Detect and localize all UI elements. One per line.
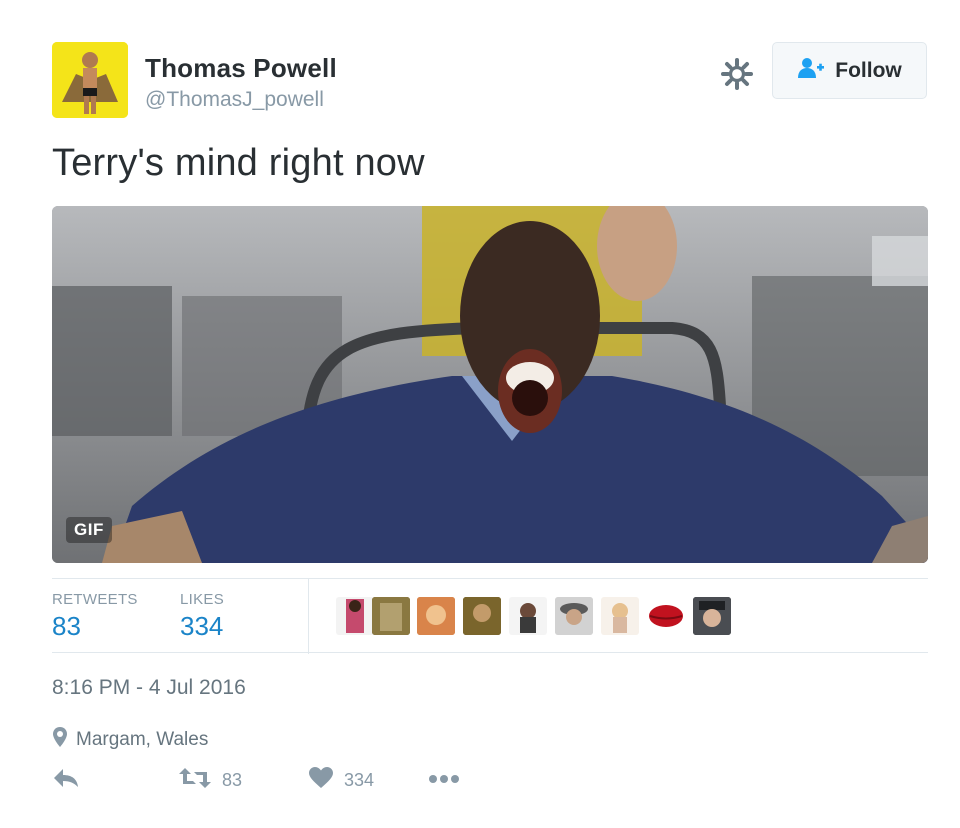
follow-button[interactable]: Follow [772, 42, 927, 99]
more-dots-icon [428, 771, 460, 789]
like-button[interactable]: 334 [308, 762, 374, 798]
gif-badge: GIF [66, 517, 112, 543]
follow-user-icon [797, 57, 825, 84]
avatar[interactable] [52, 42, 128, 118]
tweet-location[interactable]: Margam, Wales [52, 726, 208, 753]
gear-icon[interactable] [720, 57, 754, 91]
retweet-icon [178, 766, 212, 795]
liker-avatar[interactable] [647, 597, 685, 635]
gif-frame [52, 206, 928, 563]
follow-label: Follow [835, 58, 902, 82]
reply-icon [52, 767, 80, 794]
tweet-media-gif[interactable]: GIF [52, 206, 928, 563]
liker-avatar[interactable] [372, 597, 410, 635]
reply-button[interactable] [52, 762, 80, 798]
avatar-image [52, 42, 128, 118]
location-text: Margam, Wales [76, 728, 209, 750]
tweet-text: Terry's mind right now [52, 142, 425, 184]
more-button[interactable] [428, 762, 460, 798]
like-count: 334 [344, 769, 375, 790]
likes-stat[interactable]: LIKES 334 [180, 591, 224, 642]
likes-label: LIKES [180, 591, 225, 608]
heart-icon [308, 766, 334, 795]
liker-avatar[interactable] [555, 597, 593, 635]
tweet-timestamp[interactable]: 8:16 PM - 4 Jul 2016 [52, 676, 246, 700]
retweet-count: 83 [222, 769, 243, 790]
map-pin-icon [52, 726, 68, 753]
retweets-count: 83 [52, 611, 81, 641]
liker-avatar[interactable] [417, 597, 455, 635]
author-name[interactable]: Thomas Powell [145, 53, 337, 84]
liker-avatar[interactable] [693, 597, 731, 635]
tweet-header: Thomas Powell @ThomasJ_powell Follow [52, 42, 928, 118]
tweet-stats: RETWEETS 83 LIKES 334 [52, 578, 928, 654]
tweet-actions: 83 334 [52, 762, 928, 798]
author-handle[interactable]: @ThomasJ_powell [145, 88, 324, 112]
retweets-label: RETWEETS [52, 591, 138, 608]
retweets-stat[interactable]: RETWEETS 83 [52, 591, 138, 642]
stats-divider [308, 579, 309, 654]
likes-count: 334 [180, 611, 224, 641]
liker-avatar[interactable] [601, 597, 639, 635]
retweet-button[interactable]: 83 [178, 762, 242, 798]
liker-avatar[interactable] [463, 597, 501, 635]
liker-avatar[interactable] [509, 597, 547, 635]
liker-avatar[interactable] [336, 597, 374, 635]
